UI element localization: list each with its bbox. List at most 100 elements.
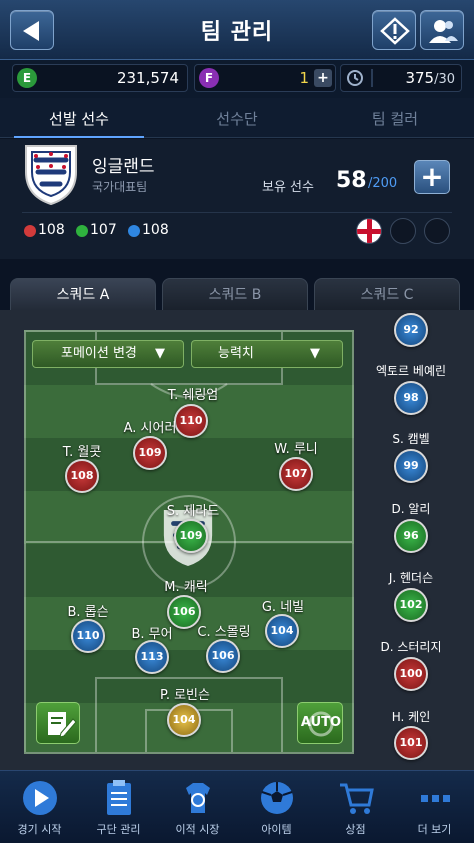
e-currency-box: E 231,574 (12, 64, 188, 92)
tab-roster[interactable]: 선수단 (158, 108, 316, 129)
nav-match-start[interactable] (0, 778, 79, 822)
player-name: A. 시어러 (123, 421, 177, 436)
f-currency-value: 1 (299, 69, 309, 87)
nav-club-manage[interactable] (79, 778, 158, 822)
plus-icon: + (317, 70, 329, 86)
team-type: 국가대표팀 (92, 180, 148, 194)
sub-token[interactable]: 99 (394, 449, 428, 483)
owned-label: 보유 선수 (262, 180, 314, 195)
active-tab-indicator (14, 136, 144, 138)
energy-max: /30 (434, 72, 455, 87)
red-stat-value: 108 (38, 222, 65, 238)
player-name: M. 캐릭 (164, 580, 208, 595)
nav-label: 경기 시작 (17, 823, 62, 836)
nav-label: 아이템 (261, 823, 292, 836)
plus-icon: + (420, 160, 444, 193)
england-flag-icon[interactable] (356, 218, 382, 244)
three-lions-crest-icon (25, 145, 77, 206)
sub-token[interactable]: 102 (394, 588, 428, 622)
page-title: 팀 관리 (200, 20, 274, 45)
play-icon (22, 781, 57, 815)
sub-name: D. 알리 (391, 502, 431, 516)
green-stat-dot (76, 225, 88, 237)
auto-label: AUTO (300, 715, 342, 730)
energy-box: 375/30 (340, 64, 462, 92)
player-token[interactable]: 108 (65, 459, 99, 493)
ball-icon (260, 782, 293, 814)
energy-value: 375 (405, 69, 435, 87)
sub-token[interactable]: 96 (394, 519, 428, 553)
player-name: G. 네빌 (261, 600, 305, 615)
nav-label: 상점 (345, 823, 366, 836)
green-stat-value: 107 (90, 222, 117, 238)
sub-name: J. 헨더슨 (388, 571, 434, 585)
nav-label: 더 보기 (417, 823, 452, 836)
player-token[interactable]: 107 (279, 457, 313, 491)
clock-icon (347, 70, 363, 86)
nav-items[interactable] (237, 778, 316, 822)
player-name: T. 월콧 (62, 445, 102, 460)
player-token[interactable]: 106 (206, 639, 240, 673)
add-f-button[interactable]: + (314, 69, 332, 87)
add-player-button[interactable]: + (414, 160, 450, 194)
f-currency-box: F 1 + (194, 64, 336, 92)
blue-stat-dot (128, 225, 140, 237)
empty-color-slot[interactable] (390, 218, 416, 244)
team-name: 잉글랜드 (92, 157, 155, 177)
f-coin-icon: F (199, 68, 219, 88)
player-name: P. 로빈슨 (160, 688, 210, 703)
edit-icon (48, 712, 77, 738)
alert-button[interactable] (372, 10, 416, 50)
profile-button[interactable] (420, 10, 464, 50)
tab-squad-c[interactable]: 스쿼드 C (314, 278, 460, 310)
nav-label: 이적 시장 (175, 823, 220, 836)
player-name: W. 루니 (274, 442, 318, 457)
sub-name: D. 스터리지 (380, 640, 442, 654)
cart-icon (339, 783, 374, 814)
player-token[interactable]: 104 (265, 614, 299, 648)
formation-change-label: 포메이션 변경 (61, 346, 137, 361)
back-arrow-icon (23, 21, 39, 41)
red-stat-dot (24, 225, 36, 237)
sub-token[interactable]: 98 (394, 381, 428, 415)
sub-token[interactable]: 92 (394, 313, 428, 347)
clipboard-icon (106, 780, 131, 815)
player-name: S. 제라드 (166, 504, 220, 519)
tab-team-color[interactable]: 팀 컬러 (316, 108, 474, 129)
auto-button[interactable]: AUTO (297, 702, 343, 744)
tab-squad-a[interactable]: 스쿼드 A (10, 278, 156, 310)
e-currency-value: 231,574 (116, 69, 179, 87)
nav-label: 구단 관리 (96, 823, 141, 836)
owned-count: 58 (336, 168, 367, 193)
back-button[interactable] (10, 10, 54, 50)
sub-name: H. 케인 (391, 710, 431, 724)
e-coin-icon: E (17, 68, 37, 88)
blue-stat-value: 108 (142, 222, 169, 238)
sub-name: S. 캠벨 (392, 432, 430, 446)
profile-icon (429, 20, 458, 43)
owned-max: /200 (368, 176, 398, 191)
stat-label: 능력치 (218, 346, 254, 361)
alert-icon (380, 17, 410, 45)
tab-squad-b[interactable]: 스쿼드 B (162, 278, 308, 310)
tab-starting-lineup[interactable]: 선발 선수 (0, 108, 158, 129)
more-dots-icon (420, 795, 450, 802)
player-token[interactable]: 104 (167, 703, 201, 737)
stat-dropdown[interactable]: 능력치 ▼ (191, 340, 343, 368)
sub-token[interactable]: 100 (394, 657, 428, 691)
chevron-down-icon: ▼ (310, 346, 320, 361)
sub-token[interactable]: 101 (394, 726, 428, 760)
edit-button[interactable] (36, 702, 80, 744)
player-token[interactable]: 109 (174, 519, 208, 553)
player-name: B. 롭슨 (67, 605, 109, 620)
player-token[interactable]: 113 (135, 640, 169, 674)
nav-shop[interactable] (316, 778, 395, 822)
formation-change-dropdown[interactable]: 포메이션 변경 ▼ (32, 340, 184, 368)
nav-transfer-market[interactable] (158, 778, 237, 822)
empty-color-slot[interactable] (424, 218, 450, 244)
player-name: T. 쉐링엄 (167, 388, 219, 403)
chevron-down-icon: ▼ (155, 346, 165, 361)
sub-name: 엑토르 베예린 (375, 364, 447, 378)
nav-more[interactable] (395, 778, 474, 822)
transfer-shirt-icon (185, 783, 210, 813)
